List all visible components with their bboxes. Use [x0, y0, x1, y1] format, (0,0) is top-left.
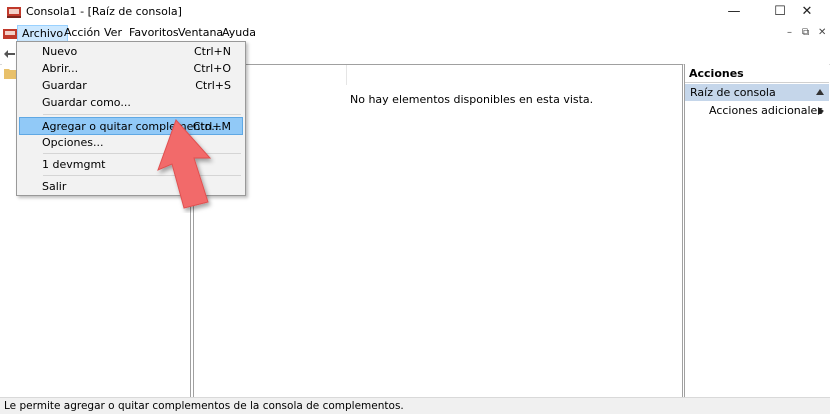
menu-ayuda[interactable]: Ayuda: [218, 24, 260, 42]
mmc-app-icon[interactable]: [6, 4, 22, 20]
menu-item-label: Guardar como...: [42, 96, 131, 109]
mdi-close-button[interactable]: ✕: [818, 27, 826, 38]
close-button[interactable]: ✕: [784, 0, 830, 24]
menu-item-label: Opciones...: [42, 136, 104, 149]
empty-view-message: No hay elementos disponibles en esta vis…: [350, 93, 594, 106]
menu-item-label: 1 devmgmt: [42, 158, 106, 171]
submenu-arrow-icon[interactable]: [818, 107, 824, 115]
menu-item-shortcut: Ctrl+O: [193, 62, 231, 75]
menu-item-abrir[interactable]: Abrir... Ctrl+O: [19, 60, 243, 77]
status-text: Le permite agregar o quitar complementos…: [4, 400, 404, 412]
menu-item-nuevo[interactable]: Nuevo Ctrl+N: [19, 43, 243, 60]
annotation-arrow-icon: [157, 119, 212, 209]
mmc-system-menu-icon[interactable]: [3, 27, 17, 41]
actions-pane: Acciones Raíz de consola Acciones adicio…: [684, 64, 829, 397]
menu-item-label: Salir: [42, 180, 67, 193]
window-title: Consola1 - [Raíz de consola]: [26, 5, 182, 18]
menu-item-shortcut: Ctrl+S: [195, 79, 231, 92]
menu-separator: [43, 114, 241, 115]
title-bar: Consola1 - [Raíz de consola] — ☐ ✕: [0, 0, 830, 24]
actions-section-label: Raíz de consola: [690, 86, 776, 99]
menu-accion[interactable]: Acción: [60, 24, 104, 42]
results-pane: No hay elementos disponibles en esta vis…: [193, 64, 683, 399]
menu-item-label: Guardar: [42, 79, 87, 92]
collapse-up-icon[interactable]: [816, 89, 824, 95]
actions-title: Acciones: [685, 64, 829, 83]
minimize-button[interactable]: —: [711, 0, 757, 24]
menu-item-guardar[interactable]: Guardar Ctrl+S: [19, 77, 243, 94]
back-arrow-icon[interactable]: [3, 47, 17, 61]
menu-item-label: Nuevo: [42, 45, 78, 58]
actions-section-header[interactable]: Raíz de consola: [685, 84, 829, 101]
status-bar: Le permite agregar o quitar complementos…: [0, 397, 830, 414]
menu-ver[interactable]: Ver: [100, 24, 126, 42]
menu-item-shortcut: Ctrl+N: [193, 45, 231, 58]
actions-additional-item[interactable]: Acciones adicionales: [709, 104, 823, 117]
menu-item-guardar-como[interactable]: Guardar como...: [19, 94, 243, 111]
mdi-minimize-button[interactable]: –: [787, 27, 792, 38]
menu-item-label: Abrir...: [42, 62, 79, 75]
mdi-restore-button[interactable]: ⧉: [802, 27, 809, 38]
